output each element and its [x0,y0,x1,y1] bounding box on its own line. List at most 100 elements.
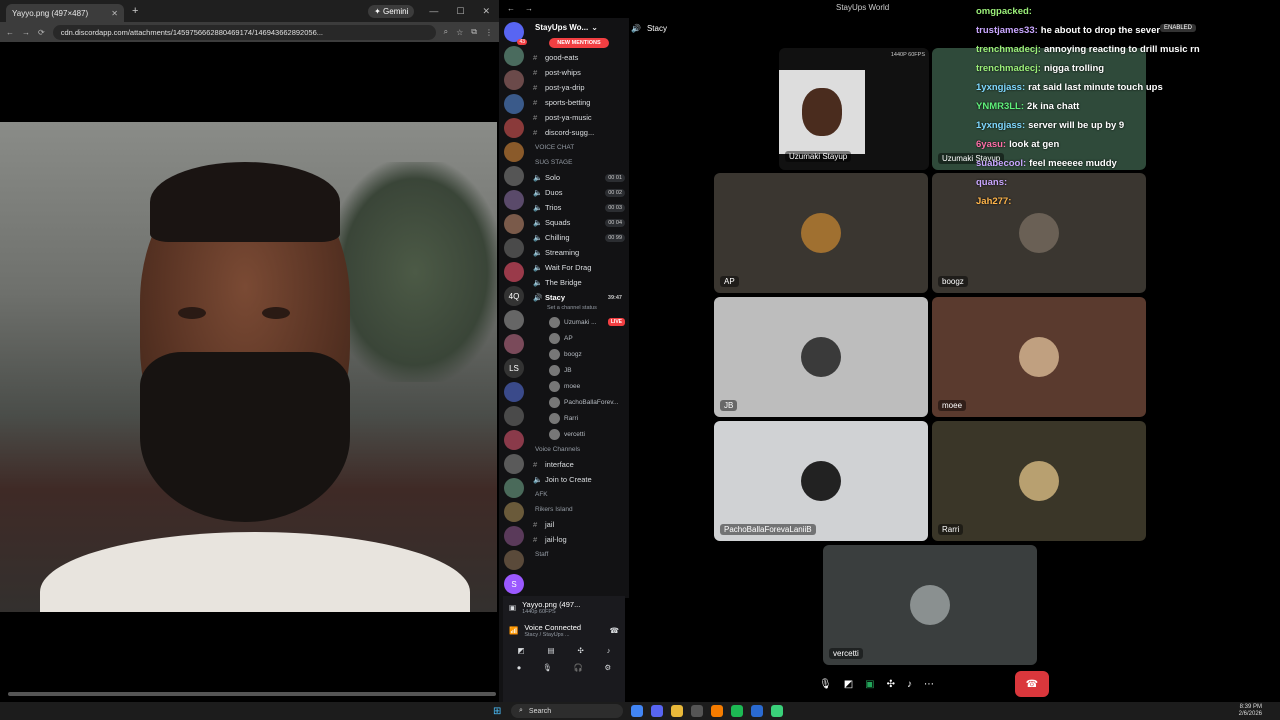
channel-discord-suggestions[interactable]: # discord-sugg... [529,125,629,140]
maximize-icon[interactable]: ☐ [456,6,464,17]
channel-good-eats[interactable]: # good-eats [529,50,629,65]
server-icon[interactable] [504,430,524,450]
new-tab-button[interactable]: + [132,5,138,17]
channel-status[interactable]: Set a channel status [529,305,629,314]
home-server-icon[interactable]: 43 [504,22,527,45]
server-icon[interactable] [504,310,524,330]
gemini-button[interactable]: ✦ Gemini [368,4,415,18]
voice-channel-wait-for-drag[interactable]: 🔈 Wait For Drag [529,260,629,275]
browser-tab[interactable]: Yayyo.png (497×487) ✕ [6,4,124,22]
channel-post-whips[interactable]: # post-whips [529,65,629,80]
url-field[interactable]: cdn.discordapp.com/attachments/145975666… [52,24,436,40]
mic-icon[interactable]: 🎙 [543,663,553,672]
voice-channel-duos[interactable]: 🔈 Duos 00 02 [529,185,629,200]
app-icon[interactable] [751,705,763,717]
close-window-icon[interactable]: ✕ [482,6,490,17]
camera-off-icon[interactable]: ◩ [517,646,524,655]
tile-vercetti[interactable]: vercetti [823,545,1037,665]
activities-icon[interactable]: ✣ [887,679,895,690]
voice-channel-solo[interactable]: 🔈 Solo 00 01 [529,170,629,185]
voice-channel-the-bridge[interactable]: 🔈 The Bridge [529,275,629,290]
server-header[interactable]: StayUps Wo... ⌄ [529,18,629,36]
category-sug-stage[interactable]: SUG STAGE [529,155,629,170]
voice-channel-squads[interactable]: 🔈 Squads 00 04 [529,215,629,230]
tile-ap[interactable]: AP [714,173,928,293]
member-uzumaki[interactable]: Uzumaki ... LIVE [529,314,629,330]
voice-channel-streaming[interactable]: 🔈 Streaming [529,245,629,260]
category-voice-channels[interactable]: Voice Channels [529,442,629,457]
member-boogz[interactable]: boogz [529,346,629,362]
extensions-icon[interactable]: ⧉ [471,27,477,37]
channel-interface[interactable]: # interface [529,457,629,472]
mic-icon[interactable]: 🎙 [819,679,832,690]
reload-icon[interactable]: ⟳ [38,28,45,37]
server-icon[interactable] [504,382,524,402]
server-icon-4q[interactable]: 4Q [504,286,524,306]
headphones-icon[interactable]: 🎧 [574,663,583,672]
soundboard-icon[interactable]: ♪ [907,679,912,690]
activities-icon[interactable]: ✣ [578,646,584,655]
category-afk[interactable]: AFK [529,487,629,502]
forward-icon[interactable]: → [525,4,533,13]
disconnect-button[interactable]: ☎ [1015,671,1049,697]
more-options-icon[interactable]: ⋯ [924,679,934,690]
disconnect-icon[interactable]: ☎ [610,626,619,635]
tile-jb[interactable]: JB [714,297,928,417]
server-icon[interactable] [504,502,524,522]
server-icon[interactable] [504,238,524,258]
voice-channel-trios[interactable]: 🔈 Trios 00 03 [529,200,629,215]
minimize-icon[interactable]: — [429,6,438,16]
screen-share-icon[interactable]: ▤ [548,646,555,655]
voice-channel-chilling[interactable]: 🔈 Chilling 00 99 [529,230,629,245]
forward-icon[interactable]: → [22,28,30,37]
channel-jail[interactable]: # jail [529,517,629,532]
channel-join-to-create[interactable]: 🔈 Join to Create [529,472,629,487]
soundboard-icon[interactable]: ♪ [607,646,611,655]
menu-dots-icon[interactable]: ⋮ [485,28,493,37]
tile-rarri[interactable]: Rarri [932,421,1146,541]
member-moee[interactable]: moee [529,378,629,394]
tile-pachoballa[interactable]: PachoBallaForevaLaniiB [714,421,928,541]
category-staff[interactable]: Staff [529,547,629,562]
server-icon[interactable] [504,406,524,426]
back-icon[interactable]: ← [507,4,515,13]
member-rarri[interactable]: Rarri [529,410,629,426]
spotify-icon[interactable] [731,705,743,717]
server-icon[interactable] [504,454,524,474]
member-vercetti[interactable]: vercetti [529,426,629,442]
category-voice-chat[interactable]: VOICE CHAT [529,140,629,155]
stream-row[interactable]: ▣ Yayyo.png (497... 1440p 60FPS [503,596,625,619]
discord-icon[interactable] [651,705,663,717]
member-ap[interactable]: AP [529,330,629,346]
app-icon[interactable] [711,705,723,717]
category-rikers-island[interactable]: Rikers Island [529,502,629,517]
tile-moee[interactable]: moee [932,297,1146,417]
zoom-icon[interactable]: ⌕ [444,27,448,37]
server-icon[interactable] [504,94,524,114]
server-icon[interactable] [504,526,524,546]
channel-post-ya-drip[interactable]: # post-ya-drip [529,80,629,95]
tab-close-icon[interactable]: ✕ [111,9,118,18]
stream-tile[interactable]: 1440P 60FPS Uzumaki Stayup [779,48,929,170]
app-icon[interactable] [691,705,703,717]
taskbar-search[interactable]: ⌕ Search [511,704,623,718]
new-mentions-pill[interactable]: NEW MENTIONS [549,38,609,48]
server-icon[interactable] [504,190,524,210]
horizontal-scrollbar[interactable] [8,692,496,696]
bookmark-star-icon[interactable]: ☆ [456,28,463,37]
app-icon[interactable] [771,705,783,717]
server-icon[interactable] [504,70,524,90]
gear-icon[interactable]: ⚙ [604,663,611,672]
server-icon[interactable] [504,166,524,186]
chrome-icon[interactable] [631,705,643,717]
voice-channel-stacy[interactable]: 🔊 Stacy 39:47 [529,290,629,305]
server-icon[interactable] [504,334,524,354]
member-pachoballa[interactable]: PachoBallaForev... [529,394,629,410]
server-icon[interactable] [504,478,524,498]
server-icon[interactable] [504,550,524,570]
channel-sports-betting[interactable]: # sports-betting [529,95,629,110]
channel-post-ya-music[interactable]: # post-ya-music [529,110,629,125]
system-clock[interactable]: 8:39 PM 2/6/2026 [1239,704,1262,718]
windows-start-icon[interactable]: ⊞ [493,706,501,717]
server-icon-s[interactable]: S [504,574,524,594]
